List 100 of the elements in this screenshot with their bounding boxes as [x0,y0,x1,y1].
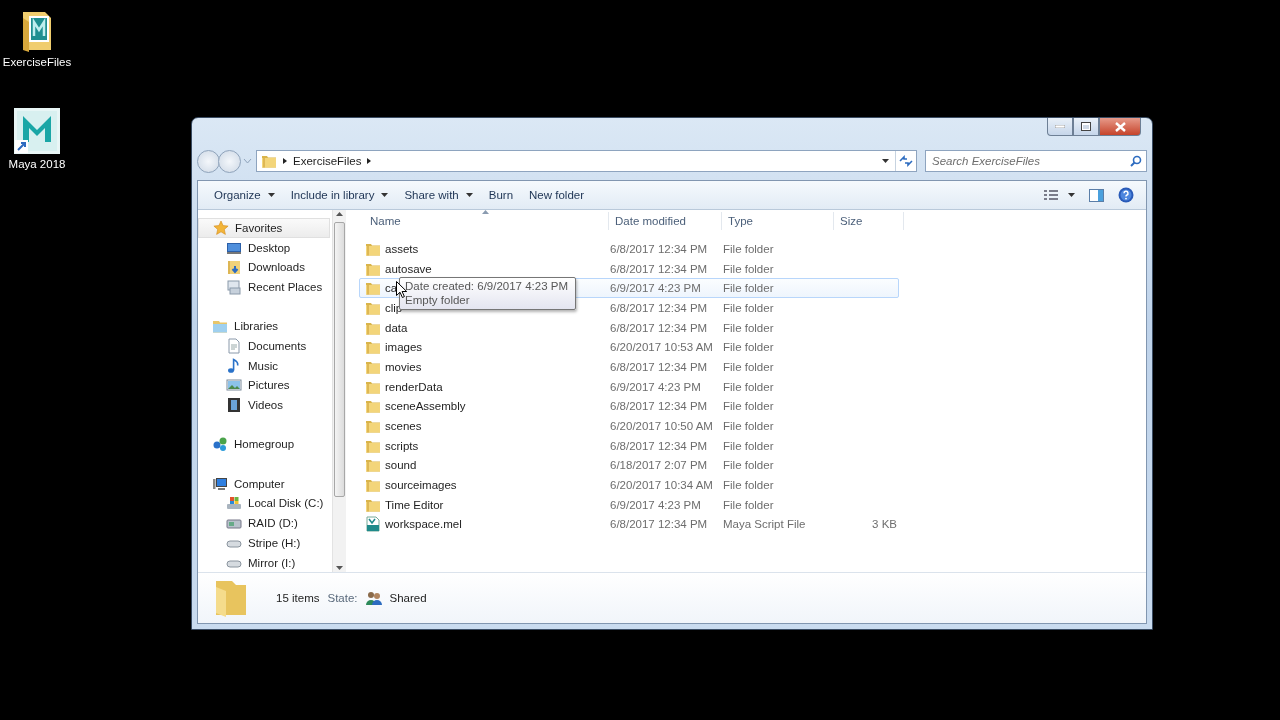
nav-item[interactable]: Documents [198,336,332,356]
nav-item[interactable]: RAID (D:) [198,513,332,533]
file-name: workspace.mel [385,518,462,531]
caret-icon [882,159,889,163]
folder-icon [365,457,381,474]
toolbar-button[interactable]: Burn [482,186,520,204]
type-cell-text: File folder [723,262,775,275]
folder-icon [261,153,277,169]
folder-icon [214,579,248,617]
view-button[interactable] [1044,189,1075,201]
type-cell-text: File folder [723,479,775,492]
type-cell-text: File folder [723,439,775,452]
file-name: renderData [385,380,443,393]
nav-item[interactable]: Computer [198,473,332,494]
type-cell-text: File folder [723,321,775,334]
address-bar[interactable]: ExerciseFiles [256,150,917,172]
scrollbar[interactable] [332,210,346,572]
search-field[interactable]: Search ExerciseFiles [925,150,1147,172]
size-cell-text: 3 KB [871,518,897,531]
maximize-icon [1081,122,1091,131]
state-label: State: [327,592,358,604]
toolbar-button[interactable]: Share with [398,186,479,204]
type-cell-text: File folder [723,380,775,393]
file-name: autosave [385,262,432,275]
date-cell-text: 6/8/2017 12:34 PM [610,242,709,255]
homegroup-icon [212,436,228,453]
state-value: Shared [389,592,427,604]
date-cell-text: 6/9/2017 4:23 PM [610,380,702,393]
type-cell-text: File folder [723,282,775,295]
nav-item[interactable]: Videos [198,395,332,415]
film-icon [226,397,242,414]
column-header[interactable]: Date modified [609,212,722,230]
file-name: scripts [385,439,419,452]
refresh-button[interactable] [895,151,916,171]
recent-places-icon [226,278,242,295]
file-name: Time Editor [385,498,444,511]
refresh-icon [899,155,913,167]
help-icon[interactable] [1118,187,1134,203]
nav-item[interactable]: Libraries [198,316,332,337]
toolbar-button[interactable]: Include in library [284,186,395,204]
nav-item[interactable]: Favorites [198,218,330,238]
type-cell-text: File folder [723,420,775,433]
search-icon [1130,155,1142,167]
nav-item[interactable]: Homegroup [198,434,332,455]
toolbar-button[interactable]: Organize [208,186,281,204]
date-cell-text: 6/8/2017 12:34 PM [610,321,709,334]
nav-item[interactable]: Downloads [198,257,332,278]
date-cell-text: 6/9/2017 4:23 PM [610,282,702,295]
file-name: ca [385,282,398,295]
type-cell-text: File folder [723,459,775,472]
file-name: movies [385,360,422,373]
close-button[interactable] [1099,118,1141,136]
file-name: sceneAssembly [385,400,466,413]
column-header[interactable]: Type [722,212,834,230]
toolbar-button[interactable]: New folder [523,186,590,204]
file-name: scenes [385,420,422,433]
desktop-icon-label: Maya 2018 [8,158,66,170]
date-cell-text: 6/20/2017 10:50 AM [610,420,714,433]
nav-item[interactable]: Recent Places [198,277,332,297]
date-cell-text: 6/8/2017 12:34 PM [610,301,709,314]
nav-item[interactable]: Music [198,355,332,376]
type-cell-text: File folder [723,301,775,314]
computer-icon [212,475,228,492]
date-cell-text: 6/8/2017 12:34 PM [610,360,709,373]
type-cell-text: File folder [723,498,775,511]
date-cell-text: 6/8/2017 12:34 PM [610,262,709,275]
nav-item[interactable]: Desktop [198,237,332,258]
file-name: images [385,341,423,354]
nav-item[interactable]: Mirror (I:) [198,552,332,572]
nav-item[interactable]: Local Disk (C:) [198,493,332,514]
system-drive-icon [226,495,242,512]
minimize-button[interactable] [1047,118,1073,136]
folder-icon [365,339,381,356]
breadcrumb-item[interactable]: ExerciseFiles [293,155,362,167]
download-folder-icon [226,259,242,276]
preview-pane-icon[interactable] [1089,188,1104,202]
desktop-icon-label: ExerciseFiles [2,56,72,68]
caret-icon [1068,193,1075,197]
date-cell-text: 6/20/2017 10:53 AM [610,341,714,354]
scroll-up-icon[interactable] [336,212,343,216]
date-cell-text: 6/20/2017 10:34 AM [610,479,714,492]
users-icon [365,591,382,605]
nav-item[interactable]: Pictures [198,375,332,396]
picture-icon [226,377,242,394]
file-name: assets [385,242,419,255]
file-name: sourceimages [385,479,457,492]
maximize-button[interactable] [1073,118,1099,136]
script-file-icon [365,516,381,533]
app-icon[interactable] [14,108,60,154]
scroll-down-icon[interactable] [336,566,343,570]
type-cell-text: Maya Script File [723,518,807,531]
minimize-icon [1055,125,1065,128]
file-name: data [385,321,408,334]
nav-item[interactable]: Stripe (H:) [198,533,332,553]
date-cell-text: 6/9/2017 4:23 PM [610,498,702,511]
star-icon [213,219,229,236]
close-icon [1114,121,1126,132]
caret-icon [243,158,252,164]
column-header[interactable]: Size [834,212,904,230]
cursor-icon [396,281,407,298]
